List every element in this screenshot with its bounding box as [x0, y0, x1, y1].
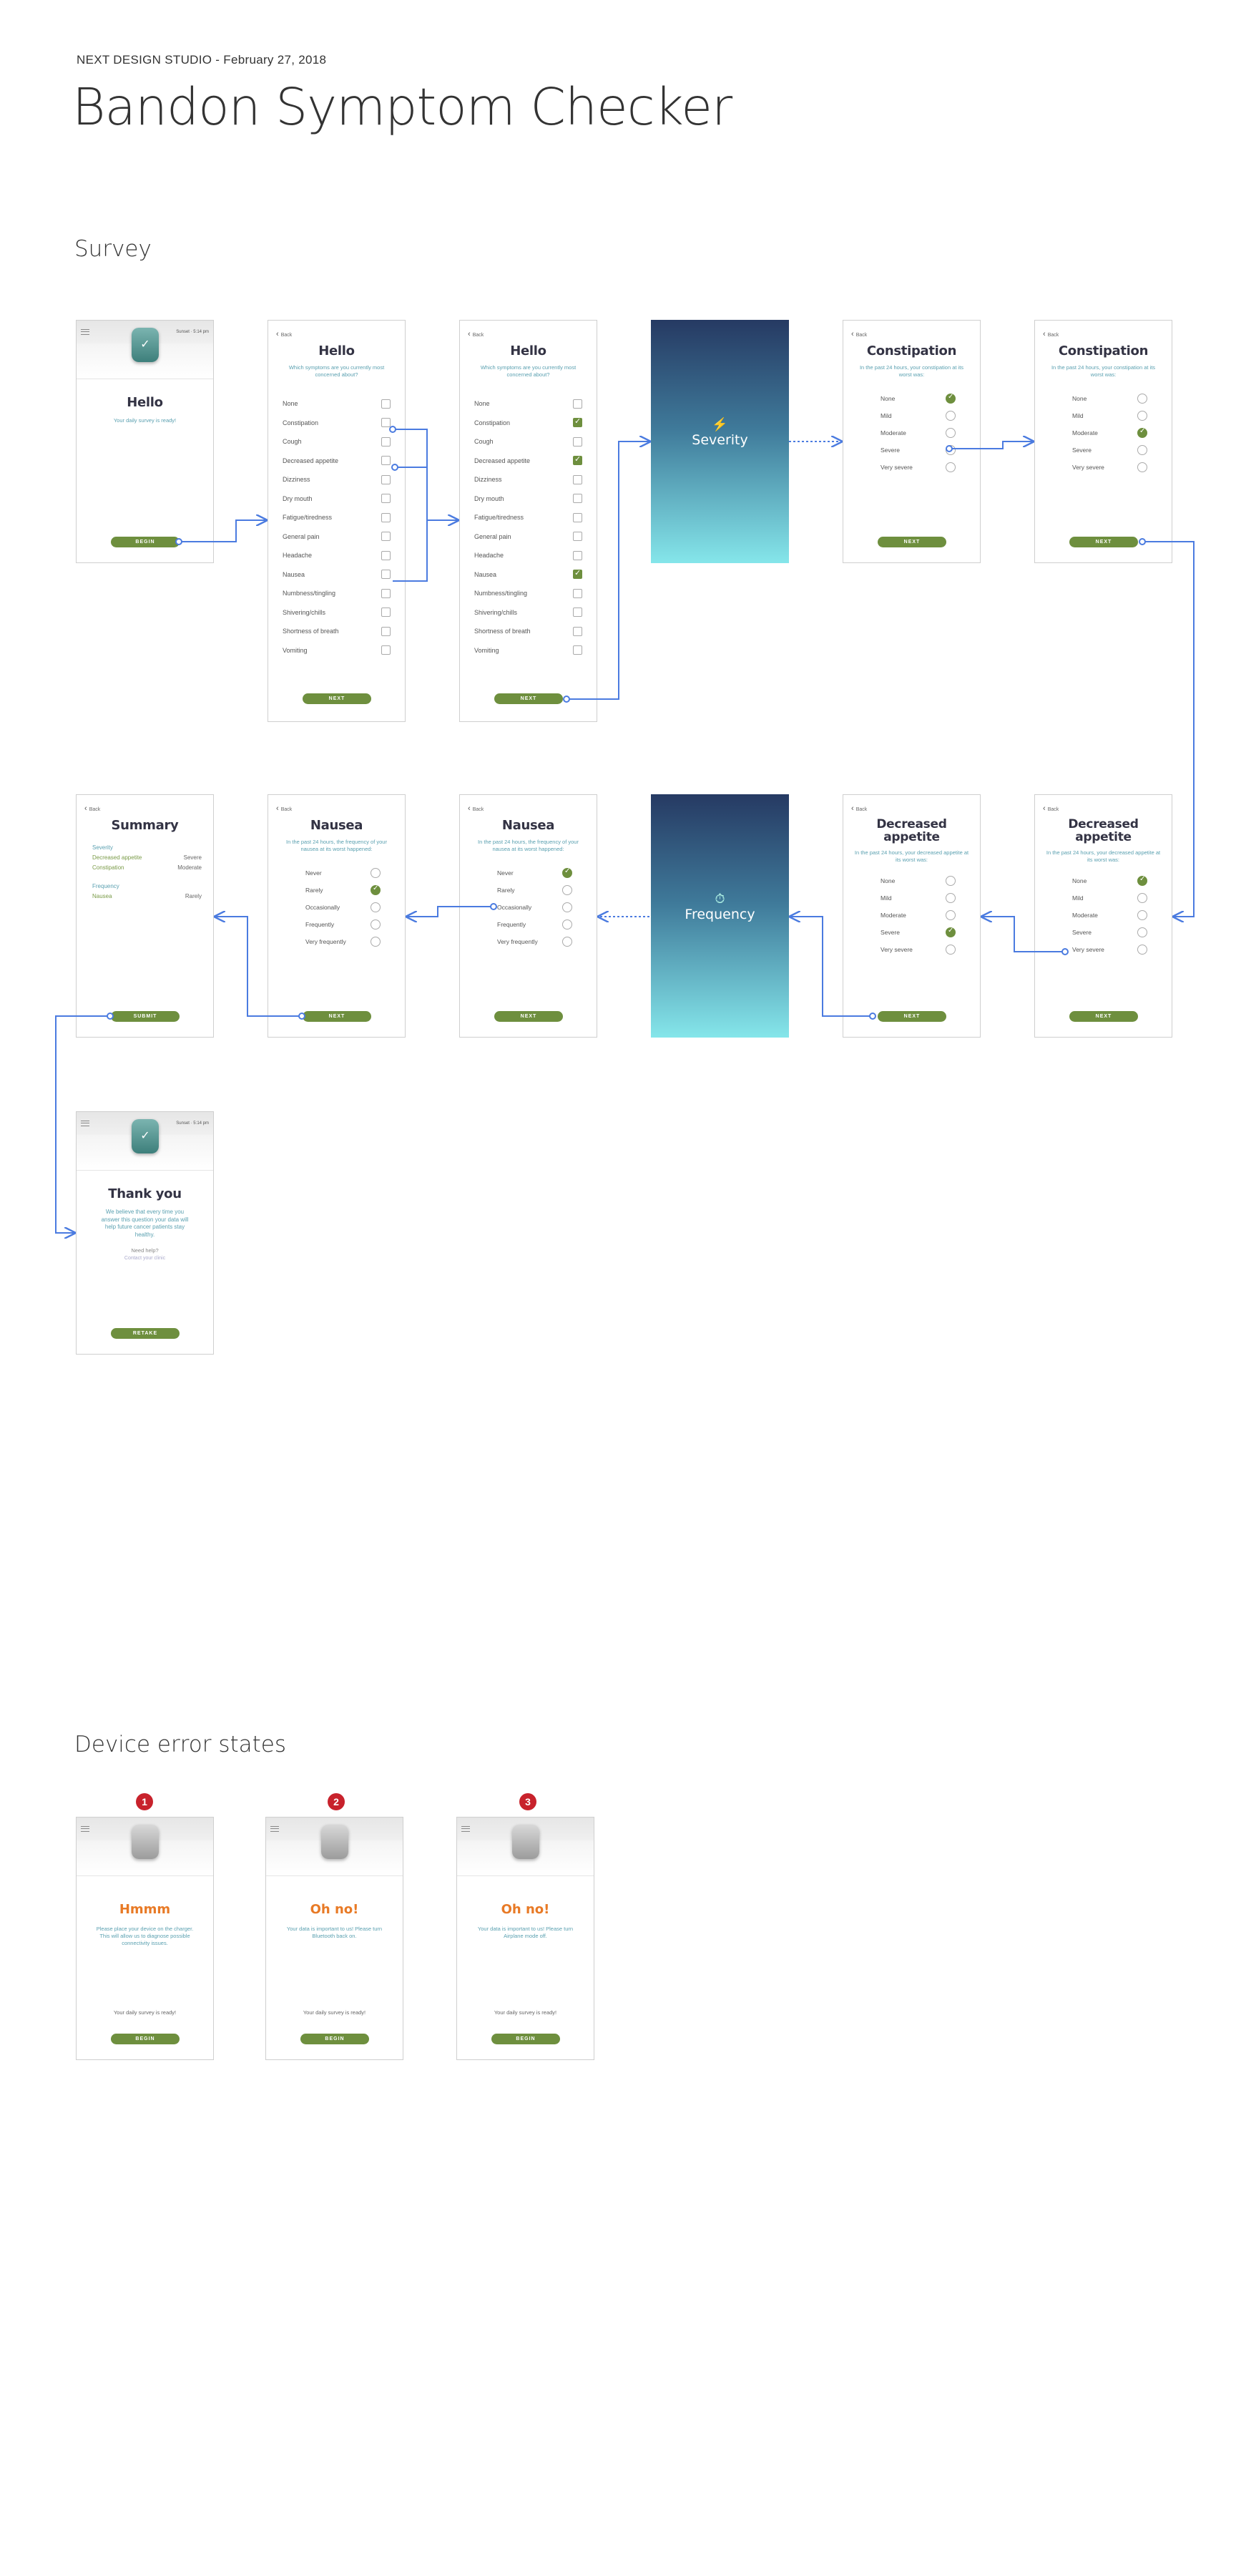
flow-node	[869, 1013, 876, 1020]
flow-node	[107, 1013, 114, 1020]
flow-node	[389, 426, 396, 433]
flow-arrow	[790, 917, 873, 1017]
flow-arrow	[55, 1015, 110, 1233]
flow-node	[946, 445, 953, 452]
flow-node	[563, 696, 570, 703]
flow-arrow	[982, 917, 1065, 952]
flow-node	[490, 903, 497, 910]
flow-arrow	[179, 520, 266, 542]
flow-connectors	[55, 426, 1195, 2576]
flow-node	[391, 464, 398, 471]
flow-arrow	[949, 441, 1033, 449]
flow-node	[1061, 948, 1069, 955]
flow-arrow	[566, 441, 649, 700]
flow-node	[1139, 538, 1146, 545]
flow-node	[298, 1013, 305, 1020]
flow-arrow	[215, 917, 302, 1017]
flow-arrow	[407, 906, 494, 917]
flow-arrow	[1142, 541, 1195, 917]
flow-arrow	[393, 429, 428, 582]
flow-node	[175, 538, 182, 545]
